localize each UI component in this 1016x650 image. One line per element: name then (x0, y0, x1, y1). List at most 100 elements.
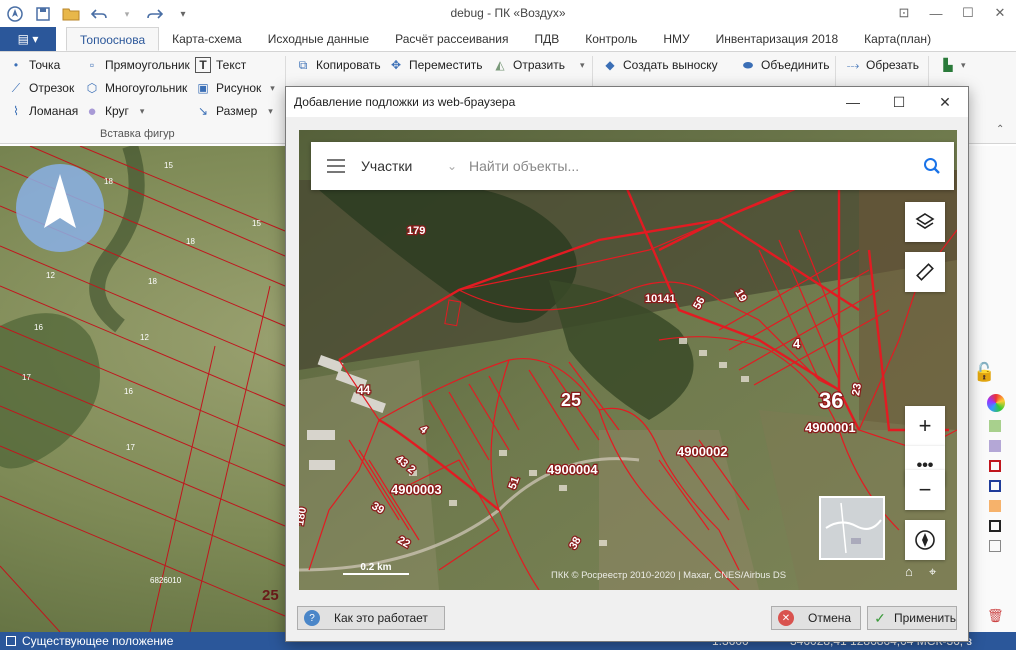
trash-icon[interactable]: 🗑 (987, 608, 1004, 624)
text-button[interactable]: T Текст (195, 57, 246, 73)
open-folder-icon[interactable] (60, 3, 82, 25)
tab-karta-skhema[interactable]: Карта-схема (159, 27, 255, 51)
color-swatch[interactable] (989, 440, 1001, 452)
close-icon[interactable]: ✕ (984, 0, 1016, 26)
tab-nmu[interactable]: НМУ (650, 27, 702, 51)
zoom-in-button[interactable]: + (905, 406, 945, 446)
collapse-ribbon-button[interactable]: ⌃ (996, 124, 1004, 135)
polygon-button[interactable]: ⬡ Многоугольник (84, 80, 188, 96)
undo-icon[interactable] (88, 3, 110, 25)
right-side-panel: 🔓 🗑 (968, 146, 1016, 632)
mirror-button[interactable]: ◭ Отразить ▾ (492, 57, 585, 73)
menu-grid-icon: ▤ ▾ (17, 32, 39, 46)
bg-parcel-label: 12 (46, 271, 55, 280)
north-compass[interactable] (16, 164, 104, 252)
locate-icon[interactable]: ⌖ (929, 564, 936, 580)
save-icon[interactable] (32, 3, 54, 25)
copy-icon: ⧉ (298, 57, 308, 72)
web-map-view[interactable]: 179 10141 56 19 4 44 25 36 4900001 23 49… (299, 130, 957, 590)
chevron-down-icon: ▾ (961, 59, 966, 70)
color-wheel-icon[interactable] (987, 394, 1005, 412)
parcel-label: 4900003 (391, 482, 442, 497)
undo-dropdown-icon[interactable]: ▾ (116, 3, 138, 25)
move-icon: ✥ (390, 58, 402, 72)
zoom-out-button[interactable]: − (905, 470, 945, 510)
chevron-down-icon: ▾ (580, 59, 585, 70)
color-swatch[interactable] (989, 520, 1001, 532)
redo-icon[interactable] (144, 3, 166, 25)
trim-button[interactable]: ⤏ Обрезать (845, 57, 919, 73)
merge-button[interactable]: ⬬ Объединить (740, 57, 830, 73)
bg-parcel-label: 15 (252, 219, 261, 228)
web-basemap-dialog: Добавление подложки из web-браузера — ☐ … (285, 86, 969, 642)
status-checkbox-icon[interactable] (6, 636, 16, 646)
tab-inventarizatsiya[interactable]: Инвентаризация 2018 (703, 27, 851, 51)
color-swatch[interactable] (989, 460, 1001, 472)
compass-icon[interactable] (905, 520, 945, 560)
window-controls: ⊡ — ☐ ✕ (888, 0, 1016, 26)
polyline-button[interactable]: ⌇ Ломаная (8, 103, 78, 119)
color-swatch[interactable] (989, 480, 1001, 492)
title-bar: ▾ ▾ debug - ПК «Воздух» ⊡ — ☐ ✕ (0, 0, 1016, 28)
rectangle-button[interactable]: ▫ Прямоугольник (84, 57, 190, 73)
parcel-label: 4900004 (547, 462, 598, 477)
search-icon[interactable] (910, 157, 954, 175)
align-button[interactable]: ▙ ▾ (940, 57, 966, 73)
color-swatch[interactable] (989, 540, 1001, 552)
ruler-icon[interactable] (905, 252, 945, 292)
point-button[interactable]: • Точка (8, 57, 60, 73)
tab-toposnova[interactable]: Топооснова (66, 27, 160, 51)
color-swatch[interactable] (989, 500, 1001, 512)
dialog-close-icon[interactable]: ✕ (922, 87, 968, 117)
apply-button[interactable]: ✓ Применить (867, 606, 957, 630)
minimize-icon[interactable]: — (920, 0, 952, 26)
minimap-thumbnail[interactable] (819, 496, 885, 560)
plus-icon: + (918, 413, 932, 438)
picture-icon: ▣ (197, 81, 209, 95)
cancel-icon: ✕ (778, 610, 794, 626)
map-scale-bar: 0.2 km (343, 562, 409, 575)
circle-icon: ● (87, 102, 97, 120)
copy-button[interactable]: ⧉ Копировать (295, 57, 381, 73)
picture-button[interactable]: ▣ Рисунок ▾ (195, 80, 274, 96)
hamburger-menu-icon[interactable] (311, 159, 361, 173)
dialog-minimize-icon[interactable]: — (830, 87, 876, 117)
create-callout-button[interactable]: ◆ Создать выноску (602, 57, 717, 73)
color-swatch[interactable] (989, 420, 1001, 432)
lock-icon[interactable]: 🔓 (973, 362, 995, 384)
layer-select[interactable]: Участки (361, 158, 447, 174)
app-logo-icon[interactable] (4, 3, 26, 25)
point-icon: • (13, 58, 19, 72)
polygon-icon: ⬡ (86, 81, 98, 95)
move-button[interactable]: ✥ Переместить (388, 57, 483, 73)
size-button[interactable]: ↘ Размер ▾ (195, 103, 273, 119)
dialog-maximize-icon[interactable]: ☐ (876, 87, 922, 117)
home-icon[interactable]: ⌂ (905, 564, 913, 579)
segment-button[interactable]: ⟋ Отрезок (8, 80, 74, 96)
file-menu-button[interactable]: ▤ ▾ (0, 27, 56, 51)
cancel-button[interactable]: ✕ Отмена (771, 606, 861, 630)
search-input[interactable]: Найти объекты... (469, 158, 910, 174)
parcel-label: 36 (819, 388, 843, 413)
layers-icon[interactable] (905, 202, 945, 242)
bg-parcel-label: 12 (140, 333, 149, 342)
ribbon-collapse-icon[interactable]: ⊡ (888, 0, 920, 26)
circle-button[interactable]: ● Круг ▾ (84, 102, 144, 120)
tab-raschet-rasseivaniya[interactable]: Расчёт рассеивания (382, 27, 521, 51)
ribbon-tabs: ▤ ▾ Топооснова Карта-схема Исходные данн… (0, 27, 1016, 52)
customize-arrow-icon[interactable]: ▾ (172, 3, 194, 25)
tab-iskhodnye-dannye[interactable]: Исходные данные (255, 27, 382, 51)
parcel-label: 4 (793, 336, 801, 351)
tab-pdv[interactable]: ПДВ (521, 27, 572, 51)
how-it-works-button[interactable]: ? Как это работает (297, 606, 445, 630)
map-attribution: ПКК © Росреестр 2010-2020 | Maxar, CNES/… (551, 570, 787, 581)
bg-parcel-label: 17 (126, 443, 135, 452)
parcel-label: 179 (407, 225, 425, 237)
tab-kontrol[interactable]: Контроль (572, 27, 650, 51)
maximize-icon[interactable]: ☐ (952, 0, 984, 26)
chevron-down-icon[interactable]: ⌄ (447, 159, 469, 173)
tab-karta-plan[interactable]: Карта(план) (851, 27, 944, 51)
dimension-icon: ↘ (197, 104, 209, 118)
text-icon: T (195, 57, 211, 73)
chevron-down-icon: ▾ (268, 105, 273, 116)
